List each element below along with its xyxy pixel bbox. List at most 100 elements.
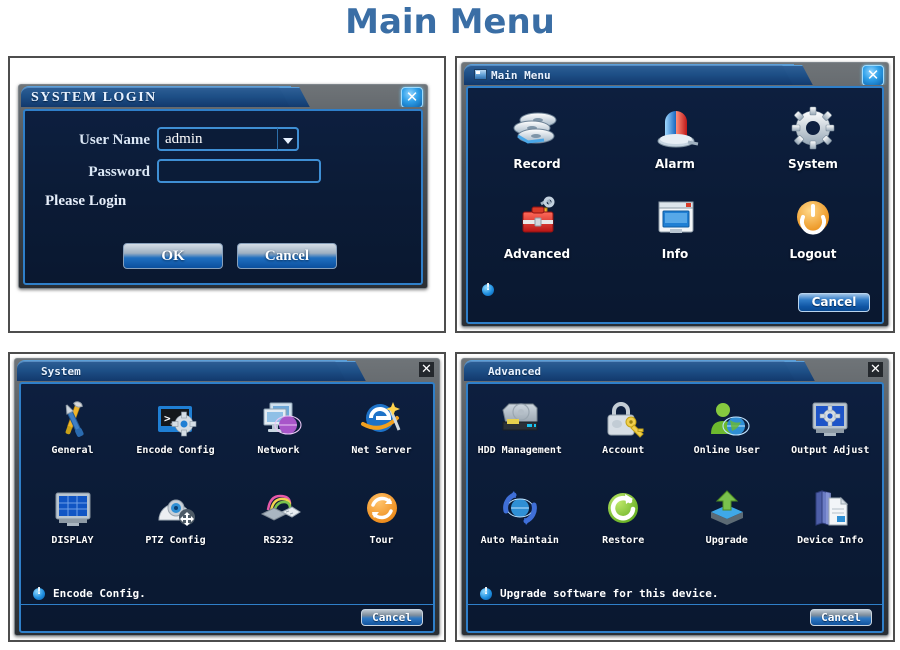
- advanced-item-account[interactable]: Account: [572, 398, 676, 456]
- mainmenu-title-label: Main Menu: [464, 65, 794, 85]
- system-label: Net Server: [351, 445, 412, 456]
- status-text: Upgrade software for this device.: [500, 587, 719, 600]
- advanced-label: Upgrade: [705, 535, 748, 546]
- system-statusbar: Encode Config.: [33, 586, 146, 600]
- advanced-statusbar: Upgrade software for this device.: [480, 586, 719, 600]
- siren-light-icon: [657, 111, 699, 148]
- advanced-label: Account: [602, 445, 645, 456]
- user-name-row: User Name: [45, 127, 365, 153]
- advanced-title-label: Advanced: [488, 365, 541, 378]
- menu-item-info[interactable]: Info: [606, 196, 744, 261]
- advanced-item-device-info[interactable]: Device Info: [779, 488, 883, 546]
- upload-arrow-icon: [710, 490, 743, 525]
- mainmenu-grid-row2: Advanced Info Logout: [468, 196, 882, 261]
- padlock-key-icon: [607, 402, 644, 438]
- mainmenu-grid: Record Alarm System: [468, 106, 882, 171]
- system-title-tab: System: [17, 360, 347, 381]
- menu-label: Alarm: [655, 157, 695, 171]
- footer-divider: [468, 604, 882, 605]
- main-menu-dialog: Main Menu ✕ Record Alarm System Advanced…: [461, 62, 889, 327]
- advanced-label: HDD Management: [477, 445, 562, 456]
- menu-item-logout[interactable]: Logout: [744, 196, 882, 261]
- grid-monitor-icon: [55, 492, 90, 526]
- menu-item-advanced[interactable]: Advanced: [468, 196, 606, 261]
- login-titlebar: SYSTEM LOGIN ✕: [19, 85, 427, 107]
- user-globe-icon: [710, 403, 750, 436]
- mainmenu-body: Record Alarm System Advanced Info Logout…: [466, 86, 884, 324]
- info-icon: [480, 586, 492, 600]
- system-grid-row2: DISPLAY PTZ Config RS232 Tour: [21, 488, 433, 546]
- terminal-gear-icon: >_: [157, 406, 196, 437]
- system-item-tour[interactable]: Tour: [330, 488, 433, 546]
- wrench-screwdriver-icon: [65, 401, 84, 437]
- system-label: RS232: [263, 535, 294, 546]
- advanced-label: Auto Maintain: [480, 535, 559, 546]
- system-titlebar: System ✕: [15, 359, 439, 381]
- advanced-item-restore[interactable]: Restore: [572, 488, 676, 546]
- menu-item-record[interactable]: Record: [468, 106, 606, 171]
- advanced-item-online-user[interactable]: Online User: [675, 398, 779, 456]
- close-icon[interactable]: ✕: [862, 65, 884, 85]
- system-grid-row1: General >_ Encode Config Network Net Ser…: [21, 398, 433, 456]
- menu-label: Logout: [789, 247, 837, 261]
- system-item-network[interactable]: Network: [227, 398, 330, 456]
- browser-wand-icon: [360, 402, 400, 432]
- ok-button[interactable]: OK: [123, 243, 223, 269]
- advanced-item-output-adjust[interactable]: Output Adjust: [779, 398, 883, 456]
- system-item-general[interactable]: General: [21, 398, 124, 456]
- mainmenu-titlebar: Main Menu ✕: [462, 63, 888, 85]
- system-item-rs232[interactable]: RS232: [227, 488, 330, 546]
- page-title: Main Menu: [345, 2, 555, 42]
- advanced-label: Output Adjust: [791, 445, 870, 456]
- cancel-button[interactable]: Cancel: [798, 293, 870, 312]
- menu-item-alarm[interactable]: Alarm: [606, 106, 744, 171]
- menu-label: System: [787, 157, 838, 171]
- advanced-grid-row1: HDD Management Account Online User Outpu…: [468, 398, 882, 456]
- advanced-item-hdd-management[interactable]: HDD Management: [468, 398, 572, 456]
- system-label: Encode Config: [136, 445, 215, 456]
- monitor-gear-icon: [812, 402, 848, 436]
- system-label: PTZ Config: [145, 535, 206, 546]
- login-title-tab: SYSTEM LOGIN: [21, 86, 291, 107]
- password-row: Password: [45, 159, 365, 185]
- film-reel-icon: [513, 112, 557, 144]
- advanced-item-upgrade[interactable]: Upgrade: [675, 488, 779, 546]
- login-hint: Please Login: [45, 193, 127, 209]
- status-text: Encode Config.: [53, 587, 146, 600]
- close-icon[interactable]: ✕: [401, 87, 423, 107]
- footer-divider: [21, 604, 433, 605]
- menu-item-system[interactable]: System: [744, 106, 882, 171]
- login-screenshot-frame: SYSTEM LOGIN ✕ User Name Password Please…: [8, 56, 446, 333]
- advanced-dialog: Advanced ✕ HDD Management Account Online…: [461, 358, 889, 636]
- menu-label: Info: [661, 247, 689, 261]
- info-icon: [33, 586, 45, 600]
- system-label: DISPLAY: [51, 535, 94, 546]
- login-body: User Name Password Please Login OK Cance…: [23, 109, 423, 285]
- refresh-circle-icon: [366, 493, 397, 523]
- advanced-item-auto-maintain[interactable]: Auto Maintain: [468, 488, 572, 546]
- mainmenu-title-tab: Main Menu: [464, 64, 794, 85]
- monitors-globe-icon: [263, 402, 302, 435]
- system-item-ptz-config[interactable]: PTZ Config: [124, 488, 227, 546]
- advanced-label: Restore: [602, 535, 645, 546]
- mainmenu-screenshot-frame: Main Menu ✕ Record Alarm System Advanced…: [455, 56, 895, 333]
- chevron-down-icon[interactable]: [277, 127, 299, 151]
- cancel-button[interactable]: Cancel: [361, 609, 423, 626]
- cancel-button[interactable]: Cancel: [810, 609, 872, 626]
- cancel-button[interactable]: Cancel: [237, 243, 337, 269]
- system-item-display[interactable]: DISPLAY: [21, 488, 124, 546]
- advanced-screenshot-frame: Advanced ✕ HDD Management Account Online…: [455, 352, 895, 642]
- dome-camera-move-icon: [157, 499, 195, 526]
- restore-circle-icon: [608, 493, 639, 523]
- password-input[interactable]: [157, 159, 321, 183]
- toolbox-icon: [522, 196, 555, 233]
- close-icon[interactable]: ✕: [419, 362, 434, 377]
- info-icon: [482, 282, 494, 296]
- system-login-dialog: SYSTEM LOGIN ✕ User Name Password Please…: [18, 84, 428, 289]
- system-item-net-server[interactable]: Net Server: [330, 398, 433, 456]
- power-icon: [796, 201, 829, 235]
- menu-label: Record: [513, 157, 561, 171]
- close-icon[interactable]: ✕: [868, 362, 883, 377]
- system-item-encode-config[interactable]: >_ Encode Config: [124, 398, 227, 456]
- advanced-title-tab: Advanced: [464, 360, 796, 381]
